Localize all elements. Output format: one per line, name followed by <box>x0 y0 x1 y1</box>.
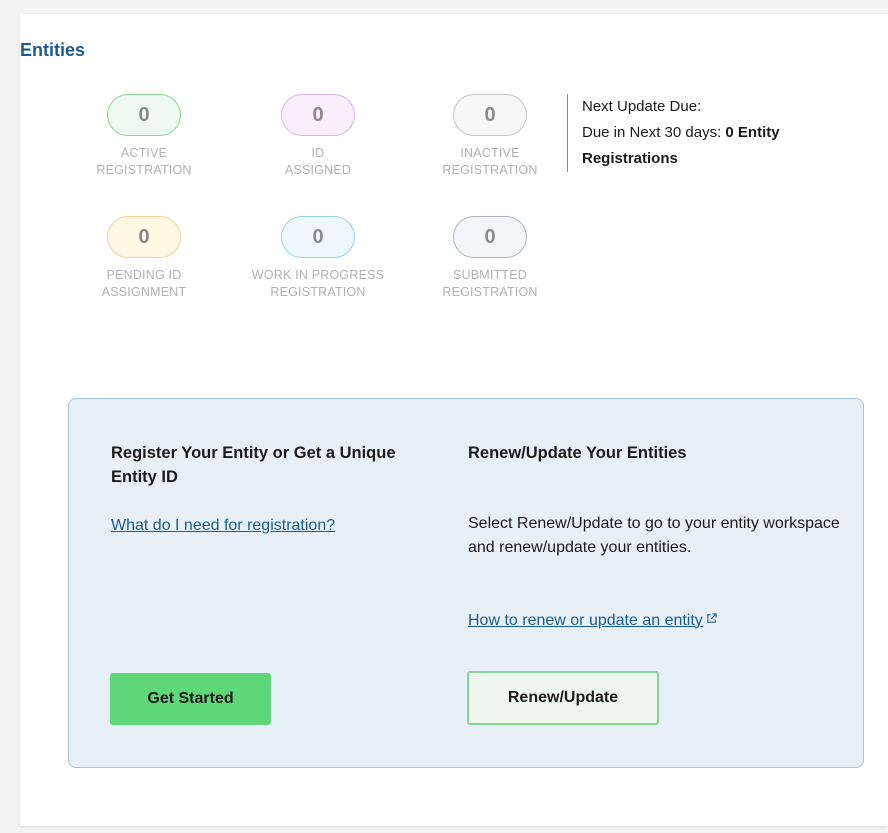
status-count-pill[interactable]: 0 <box>107 216 181 258</box>
status-pending-id-assignment[interactable]: 0 PENDING ID ASSIGNMENT <box>74 216 214 301</box>
external-link-icon <box>707 613 717 623</box>
register-heading: Register Your Entity or Get a Unique Ent… <box>111 444 396 486</box>
status-work-in-progress[interactable]: 0 WORK IN PROGRESS REGISTRATION <box>248 216 388 301</box>
entities-card: Entities 0 ACTIVE REGISTRATION 0 ID ASSI… <box>20 14 888 826</box>
register-column: Register Your Entity or Get a Unique Ent… <box>111 441 441 489</box>
status-count-pill[interactable]: 0 <box>453 94 527 136</box>
register-link-wrap: What do I need for registration? <box>111 517 335 535</box>
status-label: INACTIVE REGISTRATION <box>442 146 538 177</box>
renew-description: Select Renew/Update to go to your entity… <box>468 515 840 556</box>
next-update-due-line: Due in Next 30 days: 0 Entity <box>582 124 780 141</box>
renew-update-button[interactable]: Renew/Update <box>467 671 659 725</box>
status-label: ID ASSIGNED <box>284 146 352 177</box>
next-update-heading: Next Update Due: <box>582 98 702 115</box>
status-label: SUBMITTED REGISTRATION <box>442 268 538 299</box>
status-count-pill[interactable]: 0 <box>107 94 181 136</box>
renew-column: Renew/Update Your Entities <box>468 441 843 465</box>
renew-help-link[interactable]: How to renew or update an entity <box>468 612 717 629</box>
status-count-pill[interactable]: 0 <box>281 216 355 258</box>
next-update-count: 0 Entity <box>725 124 780 141</box>
status-id-assigned[interactable]: 0 ID ASSIGNED <box>248 94 388 179</box>
action-panel: Register Your Entity or Get a Unique Ent… <box>68 398 864 768</box>
status-label: ACTIVE REGISTRATION <box>96 146 192 177</box>
status-submitted-registration[interactable]: 0 SUBMITTED REGISTRATION <box>420 216 560 301</box>
registration-requirements-link[interactable]: What do I need for registration? <box>111 517 335 534</box>
status-inactive-registration[interactable]: 0 INACTIVE REGISTRATION <box>420 94 560 179</box>
status-active-registration[interactable]: 0 ACTIVE REGISTRATION <box>74 94 214 179</box>
renew-heading: Renew/Update Your Entities <box>468 444 687 462</box>
next-update-due: Next Update Due: Due in Next 30 days: 0 … <box>567 94 888 172</box>
get-started-button[interactable]: Get Started <box>110 673 271 725</box>
status-label: PENDING ID ASSIGNMENT <box>101 268 187 299</box>
next-update-suffix: Registrations <box>582 150 678 167</box>
renew-link-wrap: How to renew or update an entity <box>468 612 717 630</box>
status-count-pill[interactable]: 0 <box>281 94 355 136</box>
status-label: WORK IN PROGRESS REGISTRATION <box>251 268 385 299</box>
section-title: Entities <box>20 40 86 60</box>
renew-description-wrap: Select Renew/Update to go to your entity… <box>468 512 843 560</box>
status-count-pill[interactable]: 0 <box>453 216 527 258</box>
